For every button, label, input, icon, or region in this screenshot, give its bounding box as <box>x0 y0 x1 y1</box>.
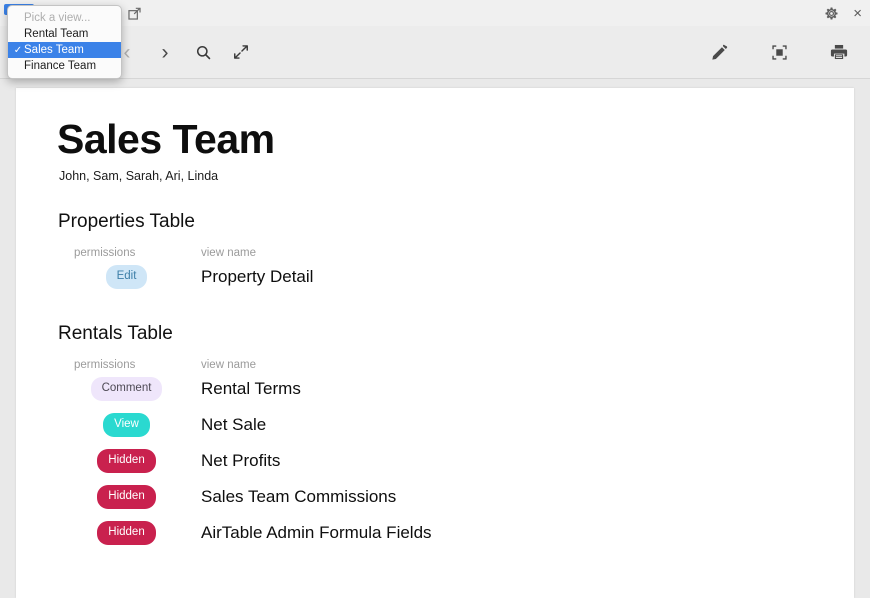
column-header-view-name: view name <box>201 359 256 372</box>
search-button[interactable] <box>184 35 222 69</box>
view-picker-dropdown[interactable]: Pick a view... Rental Team ✓ Sales Team … <box>7 5 122 79</box>
close-glyph: × <box>853 4 862 22</box>
table-row[interactable]: Hidden Net Profits <box>74 443 854 479</box>
status-badge: Edit <box>105 264 148 290</box>
expand-arrows-icon <box>234 45 248 59</box>
status-badge: View <box>103 412 150 438</box>
column-header-permissions: permissions <box>74 359 136 372</box>
titlebar-right-group: × <box>824 0 862 26</box>
chevron-right-icon: › <box>161 40 169 64</box>
menu-item-sales-team[interactable]: ✓ Sales Team <box>8 42 121 58</box>
table-row[interactable]: Comment Rental Terms <box>74 371 854 407</box>
column-header-view-name: view name <box>201 247 256 260</box>
markup-button[interactable] <box>700 35 738 69</box>
window-titlebar: Sales Team ▾ × <box>0 0 870 27</box>
gear-icon[interactable] <box>824 6 839 21</box>
view-name-cell: Property Detail <box>201 267 314 287</box>
view-name-cell: Rental Terms <box>201 379 301 399</box>
forward-button[interactable]: › <box>146 35 184 69</box>
main-toolbar: ‹ › <box>0 26 870 79</box>
permission-cell: Edit <box>74 264 201 290</box>
column-header-row: permissions view name <box>74 359 854 371</box>
table-row[interactable]: Hidden Sales Team Commissions <box>74 479 854 515</box>
section-rentals-table: Rentals Table permissions view name Comm… <box>57 323 854 551</box>
selection-frame-button[interactable] <box>760 35 798 69</box>
column-header-permissions: permissions <box>74 247 136 260</box>
selection-frame-icon <box>771 44 787 60</box>
status-badge: Comment <box>90 376 163 402</box>
status-badge: Hidden <box>97 448 156 474</box>
chevron-left-icon: ‹ <box>123 40 131 64</box>
menu-item-finance-team[interactable]: Finance Team <box>8 58 121 74</box>
menu-item-placeholder: Pick a view... <box>8 10 121 26</box>
menu-item-finance-team-label: Finance Team <box>24 60 97 72</box>
view-name-cell: Net Profits <box>201 451 281 471</box>
view-name-cell: AirTable Admin Formula Fields <box>201 523 432 543</box>
permission-cell: Comment <box>74 376 201 402</box>
permission-cell: Hidden <box>74 484 201 510</box>
column-header-row: permissions view name <box>74 247 854 259</box>
table-row[interactable]: View Net Sale <box>74 407 854 443</box>
menu-item-rental-team-label: Rental Team <box>24 28 89 40</box>
status-badge: Hidden <box>97 520 156 546</box>
table-row[interactable]: Hidden AirTable Admin Formula Fields <box>74 515 854 551</box>
checkmark-icon: ✓ <box>13 44 23 56</box>
section-heading: Properties Table <box>58 211 195 233</box>
permission-cell: View <box>74 412 201 438</box>
page-subtitle: John, Sam, Sarah, Ari, Linda <box>59 169 219 184</box>
menu-item-placeholder-label: Pick a view... <box>24 12 91 24</box>
app-window: Sales Team ▾ × <box>0 0 870 598</box>
permission-cell: Hidden <box>74 520 201 546</box>
permission-cell: Hidden <box>74 448 201 474</box>
close-icon[interactable]: × <box>853 6 862 21</box>
print-button[interactable] <box>820 35 858 69</box>
page-title: Sales Team <box>57 116 275 162</box>
status-badge: Hidden <box>97 484 156 510</box>
share-export-icon[interactable] <box>128 7 141 20</box>
printer-icon <box>830 44 848 60</box>
view-name-cell: Net Sale <box>201 415 267 435</box>
search-icon <box>196 45 210 59</box>
document-page: Sales Team John, Sam, Sarah, Ari, Linda … <box>16 88 854 598</box>
zoom-expand-button[interactable] <box>222 35 260 69</box>
view-name-cell: Sales Team Commissions <box>201 487 397 507</box>
toolbar-right-group <box>700 35 858 69</box>
menu-item-sales-team-label: Sales Team <box>24 44 84 56</box>
table-row[interactable]: Edit Property Detail <box>74 259 854 295</box>
section-properties-table: Properties Table permissions view name E… <box>57 211 854 295</box>
section-heading: Rentals Table <box>58 323 173 345</box>
pencil-icon <box>711 44 727 60</box>
document-content: Sales Team John, Sam, Sarah, Ari, Linda … <box>16 88 854 551</box>
menu-item-rental-team[interactable]: Rental Team <box>8 26 121 42</box>
